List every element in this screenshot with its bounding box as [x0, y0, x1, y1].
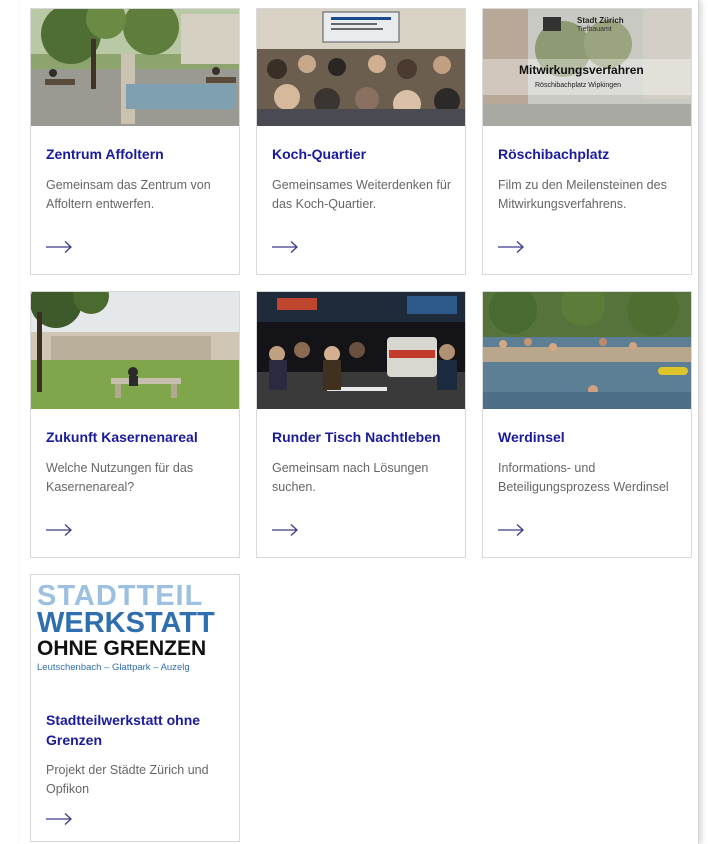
logo-line-3: OHNE GRENZEN: [37, 637, 207, 660]
arrow-right-icon[interactable]: [497, 240, 525, 254]
card-koch-quartier[interactable]: Koch-Quartier Gemeinsames Weiterdenken f…: [256, 8, 466, 275]
card-roeschibachplatz[interactable]: Stadt Zürich Tiefbauamt Mitwirkungsverfa…: [482, 8, 692, 275]
image-headline: Mitwirkungsverfahren: [519, 63, 644, 77]
arrow-right-icon[interactable]: [497, 523, 525, 537]
card-werdinsel[interactable]: Werdinsel Informations- und Beteiligungs…: [482, 291, 692, 558]
arrow-right-icon[interactable]: [45, 523, 73, 537]
stadt-zuerich-logo: Stadt Zürich Tiefbauamt: [543, 15, 689, 39]
card-image: [31, 9, 239, 126]
card-title[interactable]: Runder Tisch Nachtleben: [272, 427, 452, 447]
card-title[interactable]: Stadtteilwerkstatt ohne Grenzen: [46, 710, 226, 750]
card-image: [31, 292, 239, 409]
arrow-right-icon[interactable]: [45, 812, 73, 826]
city-crest-icon: [543, 17, 561, 31]
content-frame: Zentrum Affoltern Gemeinsam das Zentrum …: [20, 0, 698, 844]
brand-text: Stadt Zürich: [577, 16, 624, 25]
card-zentrum-affoltern[interactable]: Zentrum Affoltern Gemeinsam das Zentrum …: [30, 8, 240, 275]
card-description: Informations- und Beteiligungsprozess We…: [498, 461, 669, 494]
card-description: Gemeinsam nach Lösungen suchen.: [272, 461, 429, 494]
logo-line-2: WERKSTATT: [37, 607, 215, 639]
card-image: [257, 292, 465, 409]
card-description: Gemeinsames Weiterdenken für das Koch-Qu…: [272, 178, 452, 211]
card-description: Film zu den Meilensteinen des Mitwirkung…: [498, 178, 667, 211]
arrow-right-icon[interactable]: [45, 240, 73, 254]
arrow-right-icon[interactable]: [271, 240, 299, 254]
card-description: Projekt der Städte Zürich und Opfikon: [46, 763, 209, 796]
card-zukunft-kasernenareal[interactable]: Zukunft Kasernenareal Welche Nutzungen f…: [30, 291, 240, 558]
card-description: Welche Nutzungen für das Kasernenareal?: [46, 461, 194, 494]
department-text: Tiefbauamt: [577, 26, 612, 33]
card-image: [257, 9, 465, 126]
card-stadtteilwerkstatt[interactable]: STADTTEIL WERKSTATT OHNE GRENZEN Leutsch…: [30, 574, 240, 842]
card-image: [483, 292, 691, 409]
card-title[interactable]: Werdinsel: [498, 427, 678, 447]
image-subheadline: Röschibachplatz Wipkingen: [535, 82, 621, 89]
card-title[interactable]: Zentrum Affoltern: [46, 144, 226, 164]
logo-line-4: Leutschenbach – Glattpark – Auzelg: [37, 662, 190, 673]
card-title[interactable]: Röschibachplatz: [498, 144, 678, 164]
card-runder-tisch-nachtleben[interactable]: Runder Tisch Nachtleben Gemeinsam nach L…: [256, 291, 466, 558]
card-image: STADTTEIL WERKSTATT OHNE GRENZEN Leutsch…: [31, 575, 239, 692]
card-title[interactable]: Zukunft Kasernenareal: [46, 427, 226, 447]
arrow-right-icon[interactable]: [271, 523, 299, 537]
card-title[interactable]: Koch-Quartier: [272, 144, 452, 164]
card-image: Stadt Zürich Tiefbauamt Mitwirkungsverfa…: [483, 9, 691, 126]
card-description: Gemeinsam das Zentrum von Affoltern entw…: [46, 178, 211, 211]
logo-line-1: STADTTEIL: [37, 580, 204, 612]
